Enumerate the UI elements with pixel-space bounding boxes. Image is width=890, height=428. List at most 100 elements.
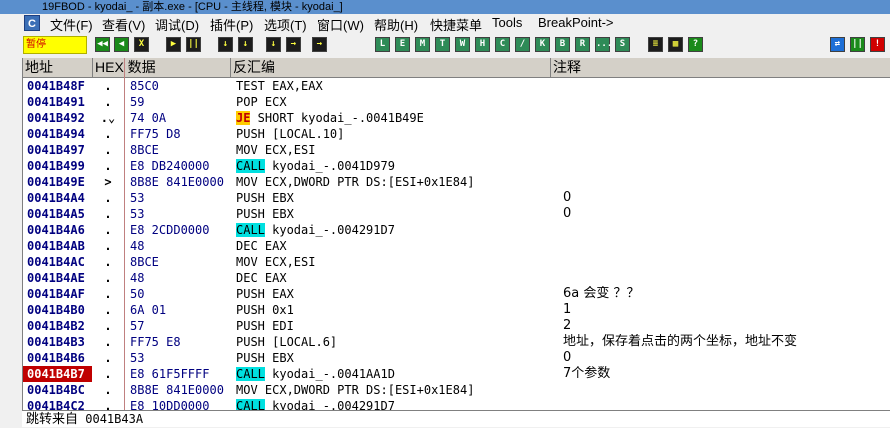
step-into-button[interactable]: ↓	[218, 37, 233, 52]
pause-icon[interactable]: ||	[850, 37, 865, 52]
row-address[interactable]: 0041B4AE	[23, 270, 92, 286]
menu-breakpoint[interactable]: BreakPoint->	[538, 15, 614, 30]
pause-button[interactable]: ||	[186, 37, 201, 52]
grid-icon[interactable]: ▦	[668, 37, 683, 52]
row-address[interactable]: 0041B4AC	[23, 254, 92, 270]
log-window-button[interactable]: L	[375, 37, 390, 52]
row-disasm[interactable]: MOV ECX,ESI	[233, 254, 551, 270]
row-address[interactable]: 0041B4AF	[23, 286, 92, 302]
row-address[interactable]: 0041B491	[23, 94, 92, 110]
row-disasm[interactable]: MOV ECX,ESI	[233, 142, 551, 158]
row-address[interactable]: 0041B4A6	[23, 222, 92, 238]
alert-icon[interactable]: !	[870, 37, 885, 52]
disasm-row[interactable]: 0041B4B6. 53 PUSH EBX 0	[23, 350, 890, 366]
menu-help[interactable]: 帮助(H)	[374, 15, 418, 34]
row-comment[interactable]: 1	[563, 302, 890, 318]
cpu-window-button[interactable]: C	[495, 37, 510, 52]
row-hex[interactable]: 8B8E 841E0000	[125, 174, 231, 190]
col-disasm[interactable]: 反汇编	[231, 58, 551, 77]
menu-file[interactable]: 文件(F)	[50, 15, 93, 34]
row-address[interactable]: 0041B4BC	[23, 382, 92, 398]
row-address[interactable]: 0041B48F	[23, 78, 92, 94]
row-hex[interactable]: 6A 01	[125, 302, 231, 318]
trace-over-button[interactable]: →	[286, 37, 301, 52]
disasm-row[interactable]: 0041B4A6. E8 2CDD0000 CALL kyodai_-.004291…	[23, 222, 890, 238]
row-disasm[interactable]: CALL kyodai_-.004291D7	[233, 222, 551, 238]
execute-till-return-button[interactable]: →	[312, 37, 327, 52]
disasm-row[interactable]: 0041B499. E8 DB240000 CALL kyodai_-.0041D9…	[23, 158, 890, 174]
row-disasm[interactable]: POP ECX	[233, 94, 551, 110]
row-disasm[interactable]: JE SHORT kyodai_-.0041B49E	[233, 110, 551, 126]
row-disasm[interactable]: PUSH [LOCAL.10]	[233, 126, 551, 142]
row-hex[interactable]: E8 2CDD0000	[125, 222, 231, 238]
col-hex[interactable]: HEX 数据	[93, 58, 231, 77]
menu-plugins[interactable]: 插件(P)	[210, 15, 253, 34]
row-hex[interactable]: 53	[125, 190, 231, 206]
disasm-row[interactable]: 0041B49E >8B8E 841E0000 MOV ECX,DWORD PTR …	[23, 174, 890, 190]
threads-window-button[interactable]: T	[435, 37, 450, 52]
row-hex[interactable]: 85C0	[125, 78, 231, 94]
col-address[interactable]: 地址	[23, 58, 93, 77]
row-address[interactable]: 0041B494	[23, 126, 92, 142]
row-disasm[interactable]: CALL kyodai_-.0041D979	[233, 158, 551, 174]
disasm-row[interactable]: 0041B4A5. 53 PUSH EBX 0	[23, 206, 890, 222]
row-hex[interactable]: FF75 E8	[125, 334, 231, 350]
run-trace-window-button[interactable]: ...	[595, 37, 612, 52]
disasm-row[interactable]: 0041B4B0. 6A 01 PUSH 0x1 1	[23, 302, 890, 318]
row-address[interactable]: 0041B49E	[23, 174, 92, 190]
row-disasm[interactable]: PUSH EBX	[233, 350, 551, 366]
row-hex[interactable]: 8BCE	[125, 142, 231, 158]
row-hex[interactable]: FF75 D8	[125, 126, 231, 142]
row-disasm[interactable]: MOV ECX,DWORD PTR DS:[ESI+0x1E84]	[233, 382, 551, 398]
row-hex[interactable]: E8 61F5FFFF	[125, 366, 231, 382]
row-address[interactable]: 0041B4B0	[23, 302, 92, 318]
row-disasm[interactable]: PUSH 0x1	[233, 302, 551, 318]
row-hex[interactable]: E8 DB240000	[125, 158, 231, 174]
patches-window-button[interactable]: /	[515, 37, 530, 52]
source-window-button[interactable]: S	[615, 37, 630, 52]
help-icon[interactable]: ?	[688, 37, 703, 52]
modules-window-button[interactable]: E	[395, 37, 410, 52]
disasm-row[interactable]: 0041B497. 8BCE MOV ECX,ESI	[23, 142, 890, 158]
row-hex[interactable]: 8B8E 841E0000	[125, 382, 231, 398]
row-disasm[interactable]: TEST EAX,EAX	[233, 78, 551, 94]
row-address[interactable]: 0041B492	[23, 110, 92, 126]
row-comment[interactable]: 2	[563, 318, 890, 334]
row-hex[interactable]: 50	[125, 286, 231, 302]
row-hex[interactable]: 48	[125, 238, 231, 254]
step-over-button[interactable]: ↓	[238, 37, 253, 52]
menu-view[interactable]: 查看(V)	[102, 15, 145, 34]
restart-button[interactable]: ◀◀	[95, 37, 110, 52]
disasm-row[interactable]: 0041B4AE. 48 DEC EAX	[23, 270, 890, 286]
row-address[interactable]: 0041B4B6	[23, 350, 92, 366]
row-disasm[interactable]: DEC EAX	[233, 238, 551, 254]
disasm-row[interactable]: 0041B4B7. E8 61F5FFFF CALL kyodai_-.0041AA…	[23, 366, 890, 382]
disasm-row[interactable]: 0041B491. 59 POP ECX	[23, 94, 890, 110]
row-disasm[interactable]: PUSH [LOCAL.6]	[233, 334, 551, 350]
row-hex[interactable]: 57	[125, 318, 231, 334]
disasm-row[interactable]: 0041B4AF. 50 PUSH EAX 6a 会变 ？？	[23, 286, 890, 302]
row-address[interactable]: 0041B4AB	[23, 238, 92, 254]
menu-shortcut[interactable]: 快捷菜单	[430, 15, 482, 34]
close-debug-button[interactable]: ◀	[114, 37, 129, 52]
row-comment[interactable]: 0	[563, 350, 890, 366]
disasm-row[interactable]: 0041B4BC. 8B8E 841E0000 MOV ECX,DWORD PTR …	[23, 382, 890, 398]
row-disasm[interactable]: PUSH EBX	[233, 190, 551, 206]
row-address[interactable]: 0041B4B3	[23, 334, 92, 350]
row-comment[interactable]: 0	[563, 206, 890, 222]
swap-icon[interactable]: ⇄	[830, 37, 845, 52]
row-address[interactable]: 0041B4A4	[23, 190, 92, 206]
list-icon[interactable]: ≡	[648, 37, 663, 52]
app-icon[interactable]: C	[24, 15, 40, 31]
row-disasm[interactable]: MOV ECX,DWORD PTR DS:[ESI+0x1E84]	[233, 174, 551, 190]
row-disasm[interactable]: PUSH EBX	[233, 206, 551, 222]
disasm-row[interactable]: 0041B492 .⌄ 74 0A JE SHORT kyodai_-.0041B49…	[23, 110, 890, 126]
row-address[interactable]: 0041B499	[23, 158, 92, 174]
row-disasm[interactable]: PUSH EAX	[233, 286, 551, 302]
menu-options[interactable]: 选项(T)	[264, 15, 307, 34]
row-hex[interactable]: 48	[125, 270, 231, 286]
menu-window[interactable]: 窗口(W)	[317, 15, 364, 34]
disasm-row[interactable]: 0041B494. FF75 D8 PUSH [LOCAL.10]	[23, 126, 890, 142]
windows-window-button[interactable]: W	[455, 37, 470, 52]
row-comment[interactable]: 0	[563, 190, 890, 206]
